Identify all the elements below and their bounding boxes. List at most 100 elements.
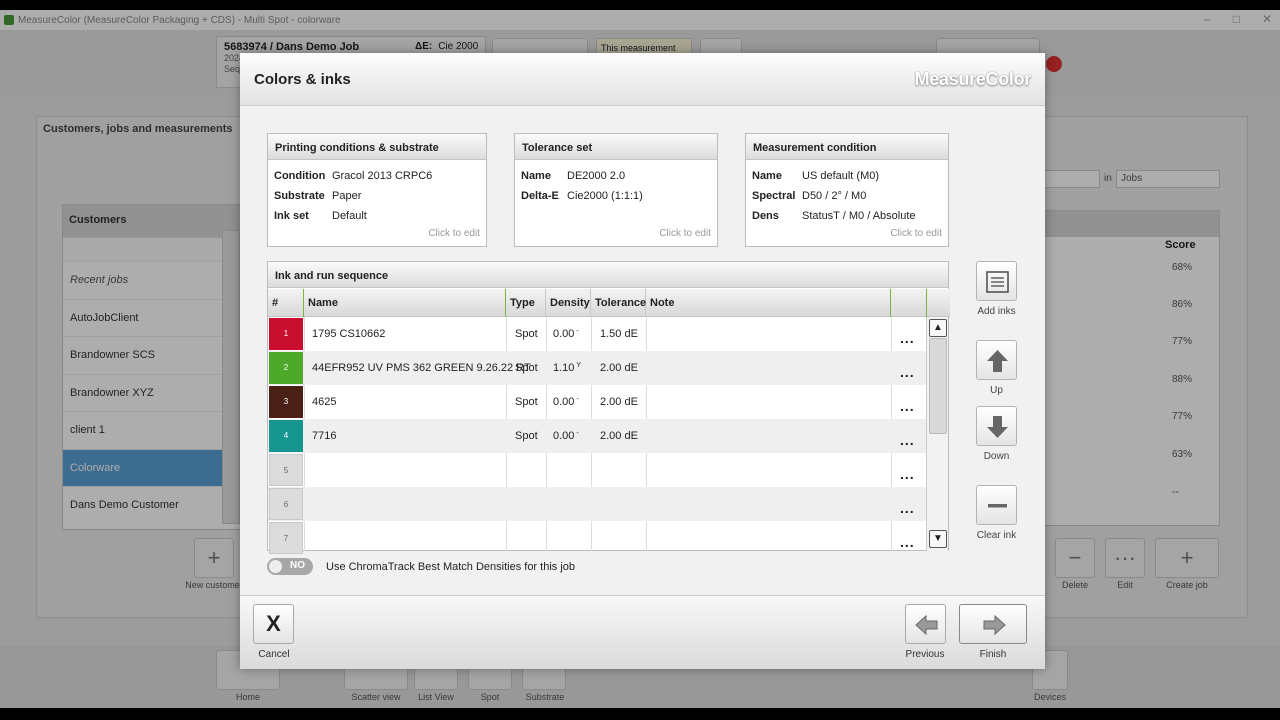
- ink-density: 0.00-: [553, 430, 579, 442]
- col-tolerance[interactable]: Tolerance: [591, 289, 646, 317]
- ink-row[interactable]: 2 44EFR952 UV PMS 362 GREEN 9.26.22 RT Spo…: [268, 351, 926, 385]
- measurement-name-row: Name US default (M0): [752, 170, 880, 182]
- up-label: Up: [990, 385, 1003, 396]
- row-menu-icon[interactable]: ...: [900, 501, 915, 515]
- ink-name: 4625: [312, 396, 337, 408]
- chromatrack-toggle[interactable]: NO: [267, 558, 313, 575]
- ink-color-swatch[interactable]: 7: [269, 522, 303, 554]
- ink-color-swatch[interactable]: 1: [269, 318, 303, 350]
- density-flag: -: [576, 430, 579, 437]
- ink-type: [511, 453, 519, 487]
- col-density[interactable]: Density: [546, 289, 591, 317]
- ink-name: [308, 487, 316, 521]
- ink-color-swatch[interactable]: 5: [269, 454, 303, 486]
- condition-row: Condition Gracol 2013 CRPC6: [274, 170, 433, 182]
- ink-color-swatch[interactable]: 2: [269, 352, 303, 384]
- tolerance-set-card[interactable]: Tolerance set Name DE2000 2.0 Delta-E Cie2…: [514, 133, 718, 247]
- ink-row[interactable]: 7...: [268, 521, 926, 555]
- density-flag: -: [576, 328, 579, 335]
- card-header: Measurement condition: [746, 134, 948, 160]
- row-menu-icon[interactable]: ...: [900, 467, 915, 481]
- arrow-right-icon: [983, 614, 1006, 636]
- substrate-row: Substrate Paper: [274, 190, 362, 202]
- col-type[interactable]: Type: [506, 289, 546, 317]
- delta-e-row: Delta-E Cie2000 (1:1:1): [521, 190, 643, 202]
- ink-row[interactable]: 1 1795 CS10662 Spot 0.00- 1.50 dE...: [268, 317, 926, 351]
- ink-tolerance: 2.00 dE: [600, 430, 638, 442]
- ink-tolerance: 2.00 dE: [600, 362, 638, 374]
- ink-list-icon: [986, 271, 1009, 293]
- ink-row[interactable]: 5...: [268, 453, 926, 487]
- ink-name: [308, 521, 316, 555]
- clear-ink-label: Clear ink: [976, 530, 1017, 541]
- card-header: Tolerance set: [515, 134, 717, 160]
- toggle-knob: [269, 560, 282, 573]
- ink-density: [549, 521, 559, 555]
- add-inks-label: Add inks: [977, 306, 1016, 317]
- ink-type: [511, 521, 519, 555]
- tolerance-name-row: Name DE2000 2.0: [521, 170, 626, 182]
- clear-ink-button[interactable]: [976, 485, 1017, 525]
- ink-density: 1.10 Y: [553, 362, 582, 374]
- ink-type: Spot: [515, 396, 538, 408]
- brand-logo: MeasureColor: [914, 69, 1032, 89]
- scroll-thumb[interactable]: [929, 338, 947, 434]
- col-number[interactable]: #: [268, 289, 304, 317]
- ink-name: 7716: [312, 430, 337, 442]
- row-menu-icon[interactable]: ...: [900, 365, 915, 379]
- ink-density: [549, 453, 559, 487]
- printing-conditions-card[interactable]: Printing conditions & substrate Conditio…: [267, 133, 487, 247]
- density-row: Dens StatusT / M0 / Absolute: [752, 210, 916, 222]
- dialog-title: Colors & inks: [254, 71, 351, 88]
- row-menu-icon[interactable]: ...: [900, 399, 915, 413]
- down-button[interactable]: [976, 406, 1017, 446]
- col-name[interactable]: Name: [304, 289, 506, 317]
- chromatrack-toggle-row: NO Use ChromaTrack Best Match Densities …: [267, 558, 575, 575]
- ink-tolerance: [596, 487, 604, 521]
- ink-color-swatch[interactable]: 3: [269, 386, 303, 418]
- card-header: Printing conditions & substrate: [268, 134, 486, 160]
- dialog-body: Printing conditions & substrate Conditio…: [240, 106, 1045, 595]
- arrow-left-icon: [915, 614, 938, 636]
- cancel-button[interactable]: X: [253, 604, 294, 644]
- ink-sequence-table: Ink and run sequence # Name Type Density…: [267, 261, 950, 554]
- measurement-condition-card[interactable]: Measurement condition Name US default (M0…: [745, 133, 949, 247]
- click-to-edit[interactable]: Click to edit: [890, 228, 942, 239]
- toggle-state: NO: [290, 560, 305, 571]
- ink-name: 1795 CS10662: [312, 328, 386, 340]
- ink-name: [308, 453, 316, 487]
- previous-button[interactable]: [905, 604, 946, 644]
- ink-tolerance: [596, 521, 604, 555]
- col-note[interactable]: Note: [646, 289, 891, 317]
- dialog-footer: X Cancel Previous Finish: [240, 595, 1045, 669]
- click-to-edit[interactable]: Click to edit: [659, 228, 711, 239]
- ink-set-row: Ink set Default: [274, 210, 367, 222]
- ink-table-header: # Name Type Density Tolerance Note: [268, 289, 950, 317]
- ink-scrollbar[interactable]: ▲ ▼: [926, 317, 948, 551]
- toggle-label: Use ChromaTrack Best Match Densities for…: [326, 560, 576, 573]
- dialog-header: Colors & inks MeasureColor: [240, 53, 1045, 106]
- scroll-down-icon[interactable]: ▼: [929, 530, 947, 548]
- density-flag: -: [576, 396, 579, 403]
- minus-icon: [988, 504, 1007, 508]
- ink-type: [511, 487, 519, 521]
- up-button[interactable]: [976, 340, 1017, 380]
- row-menu-icon[interactable]: ...: [900, 433, 915, 447]
- ink-color-swatch[interactable]: 6: [269, 488, 303, 520]
- finish-button[interactable]: [959, 604, 1027, 644]
- spectral-row: Spectral D50 / 2° / M0: [752, 190, 867, 202]
- row-menu-icon[interactable]: ...: [900, 331, 915, 345]
- ink-tolerance: 1.50 dE: [600, 328, 638, 340]
- ink-row[interactable]: 4 7716 Spot 0.00- 2.00 dE...: [268, 419, 926, 453]
- row-menu-icon[interactable]: ...: [900, 535, 915, 549]
- ink-row[interactable]: 6...: [268, 487, 926, 521]
- scroll-up-icon[interactable]: ▲: [929, 319, 947, 337]
- ink-density: 0.00-: [553, 328, 579, 340]
- add-inks-button[interactable]: [976, 261, 1017, 301]
- click-to-edit[interactable]: Click to edit: [428, 228, 480, 239]
- ink-color-swatch[interactable]: 4: [269, 420, 303, 452]
- density-flag: Y: [576, 362, 582, 369]
- ink-name: 44EFR952 UV PMS 362 GREEN 9.26.22 RT: [312, 362, 531, 374]
- arrow-up-icon: [987, 350, 1008, 372]
- ink-row[interactable]: 3 4625 Spot 0.00- 2.00 dE...: [268, 385, 926, 419]
